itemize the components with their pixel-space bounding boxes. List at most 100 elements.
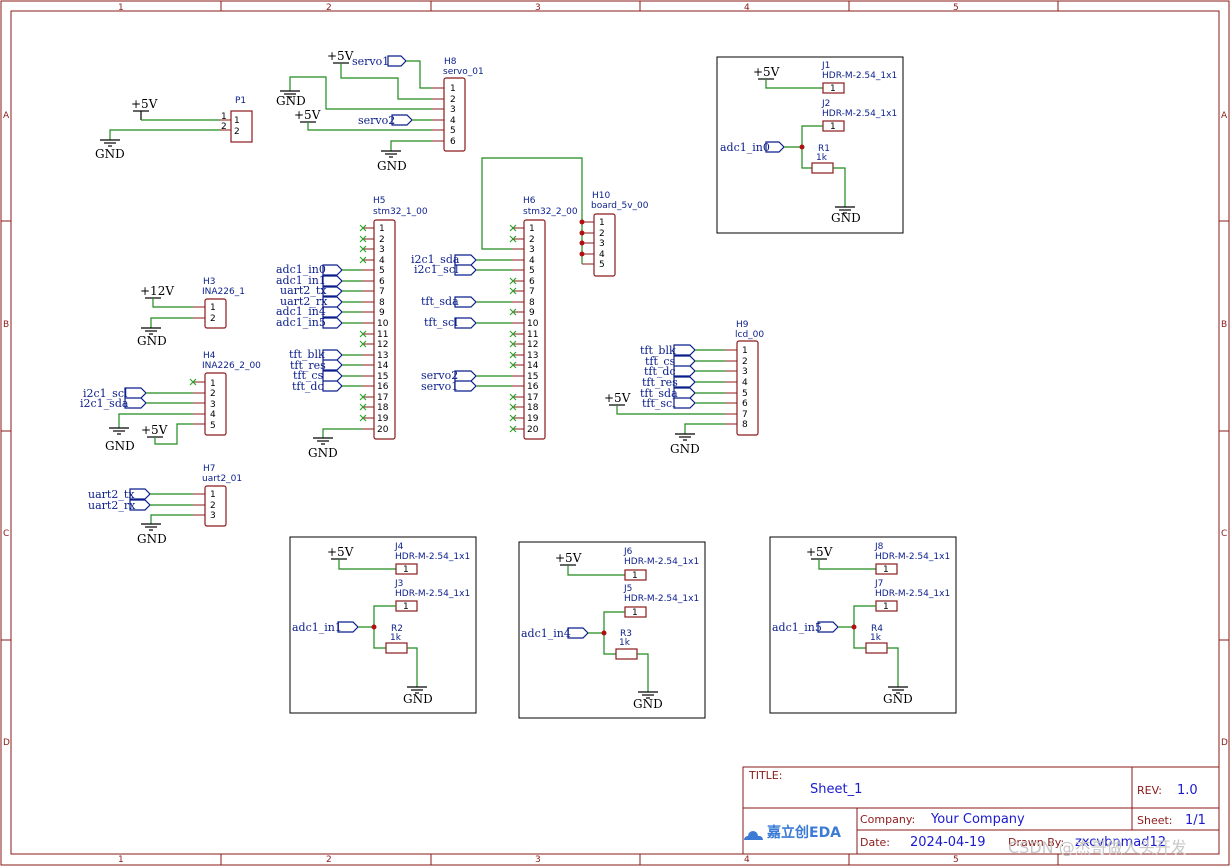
blk1-gnd-label: GND — [831, 211, 861, 225]
h3-gnd-label: GND — [137, 334, 167, 348]
connector-h10-board-5v[interactable]: H10 board_5v_00 1 2 3 4 5 — [579, 191, 649, 277]
h5-value: stm32_1_00 — [373, 207, 428, 217]
connector-h4-ina226-2[interactable]: H4 INA226_2_00 i2c1_scl i2c1_sda GND +5V… — [80, 351, 261, 453]
h5-ref: H5 — [373, 196, 386, 206]
h7-value: uart2_01 — [202, 474, 242, 484]
h10-pin2: 2 — [599, 229, 605, 239]
connector-h9-lcd[interactable]: H9 lcd_00 tft_blk tft_cs tft_dc tft_res … — [604, 320, 764, 456]
h5-pin-15: 15 — [377, 372, 388, 382]
block-adc1-in5[interactable]: +5V 1 J8 HDR-M-2.54_1x1 J7 HDR-M-2.54_1x… — [769, 536, 957, 714]
h8-value: servo_01 — [443, 67, 484, 77]
j5-pin: 1 — [632, 608, 638, 618]
h5-pin-11: 11 — [377, 330, 388, 340]
p1-5v-label: +5V — [131, 97, 158, 111]
connector-p1[interactable]: +5V GND P1 1 2 1 2 — [95, 96, 253, 161]
h5-pin-3: 3 — [379, 245, 385, 255]
j4-5v-label: +5V — [327, 545, 354, 559]
j8-value: HDR-M-2.54_1x1 — [875, 552, 950, 562]
h6-pin-3: 3 — [529, 245, 535, 255]
h9-pin6: 6 — [742, 399, 748, 409]
h9-pin1: 1 — [742, 346, 748, 356]
row-label-c-right: C — [1221, 529, 1227, 539]
j2-value: HDR-M-2.54_1x1 — [822, 109, 897, 119]
h7-ref: H7 — [203, 464, 216, 474]
h9-pin4: 4 — [742, 378, 748, 388]
h6-pin-2: 2 — [529, 235, 535, 245]
h5-gnd-label: GND — [308, 446, 338, 460]
h6-net-i2c1-scl: i2c1_scl — [414, 263, 459, 276]
company-label: Company: — [860, 813, 915, 826]
h9-5v-label: +5V — [604, 391, 631, 405]
eda-logo: 嘉立创EDA — [744, 824, 841, 841]
h6-pin-6: 6 — [529, 277, 535, 287]
h6-pin-7: 7 — [529, 287, 535, 297]
h6-ref: H6 — [523, 196, 536, 206]
h5-pin-14: 14 — [377, 361, 389, 371]
j7-pin: 1 — [883, 602, 889, 612]
r2-value: 1k — [390, 633, 402, 643]
h3-pin2: 2 — [210, 314, 216, 324]
p1-pin1-num: 1 — [221, 112, 227, 122]
h6-pin-11: 11 — [527, 330, 538, 340]
h6-pin-9: 9 — [529, 308, 535, 318]
blk3-adc-net: adc1_in4 — [521, 627, 571, 640]
col-label-1-top: 1 — [118, 3, 124, 13]
schematic-canvas: 1 2 3 4 5 1 2 3 4 5 A B C D A B C D +5V … — [0, 0, 1230, 866]
blk1-adc-net: adc1_in0 — [720, 141, 770, 154]
col-label-2-top: 2 — [326, 3, 332, 13]
h5-pin-20: 20 — [377, 425, 389, 435]
j3-ref: J3 — [394, 579, 403, 589]
h3-value: INA226_1 — [202, 287, 245, 297]
h5-net-adc1-in5: adc1_in5 — [276, 316, 326, 329]
connector-h3-ina226-1[interactable]: +12V GND H3 INA226_1 1 2 — [137, 277, 245, 348]
block-adc1-in0[interactable]: +5V 1 J1 HDR-M-2.54_1x1 J2 HDR-M-2.54_1x… — [716, 56, 904, 234]
h5-pin-4: 4 — [379, 256, 385, 266]
h6-pin-19: 19 — [527, 414, 539, 424]
h8-pin3: 3 — [450, 105, 456, 115]
blk2-gnd-label: GND — [403, 692, 433, 706]
h7-pin1: 1 — [210, 490, 216, 500]
rev-value: 1.0 — [1177, 783, 1198, 798]
p1-ref: P1 — [235, 96, 246, 106]
company-value: Your Company — [930, 812, 1025, 827]
h6-pin-17: 17 — [527, 393, 538, 403]
connector-h8-servo[interactable]: +5V servo1 GND servo2 +5V GND H8 servo_0… — [276, 49, 484, 173]
h9-pin2: 2 — [742, 357, 748, 367]
j4-pin: 1 — [403, 565, 409, 575]
h6-pin-16: 16 — [527, 382, 539, 392]
h7-gnd-label: GND — [137, 532, 167, 546]
j6-pin: 1 — [632, 571, 638, 581]
j1-pin: 1 — [830, 84, 836, 94]
col-label-5-top: 5 — [953, 3, 959, 13]
h5-pin-18: 18 — [377, 403, 389, 413]
h5-pin-10: 10 — [377, 319, 389, 329]
h10-ref: H10 — [592, 191, 610, 201]
block-adc1-in4[interactable]: +5V 1 J6 HDR-M-2.54_1x1 J5 HDR-M-2.54_1x… — [518, 541, 706, 719]
h6-pin-5: 5 — [529, 266, 535, 276]
block-adc1-in1[interactable]: +5V 1 J4 HDR-M-2.54_1x1 J3 HDR-M-2.54_1x… — [289, 536, 477, 714]
h6-pin-14: 14 — [527, 361, 539, 371]
j8-5v-label: +5V — [806, 545, 833, 559]
row-label-d-right: D — [1221, 738, 1228, 748]
p1-gnd-label: GND — [95, 147, 125, 161]
h7-pin2: 2 — [210, 501, 216, 511]
h6-net-tft-scl: tft_scl — [424, 316, 458, 329]
h5-pin-13: 13 — [377, 351, 388, 361]
r4-value: 1k — [870, 633, 882, 643]
h5-pin-1: 1 — [379, 224, 385, 234]
h5-pin-7: 7 — [379, 287, 385, 297]
col-label-2-bottom: 2 — [326, 855, 332, 865]
h10-value: board_5v_00 — [591, 201, 649, 211]
h9-gnd-label: GND — [670, 442, 700, 456]
connector-h6-stm32-2[interactable]: H6 stm32_2_00 1 2 3 4 5 6 7 8 9 10 11 12… — [411, 157, 583, 440]
connector-h5-stm32-1[interactable]: H5 stm32_1_00 1 2 3 4 5 6 7 8 9 10 11 12… — [276, 196, 428, 460]
h5-pin-8: 8 — [379, 298, 385, 308]
h5-pin-12: 12 — [377, 340, 388, 350]
h4-ref: H4 — [203, 351, 216, 361]
p1-pin2-name: 2 — [234, 127, 240, 137]
h4-pin1: 1 — [210, 379, 216, 389]
h5-pin-6: 6 — [379, 277, 385, 287]
r3-value: 1k — [619, 638, 631, 648]
connector-h7-uart2[interactable]: H7 uart2_01 uart2_tx uart2_rx GND 1 2 3 — [88, 464, 242, 546]
r1-value: 1k — [816, 153, 828, 163]
